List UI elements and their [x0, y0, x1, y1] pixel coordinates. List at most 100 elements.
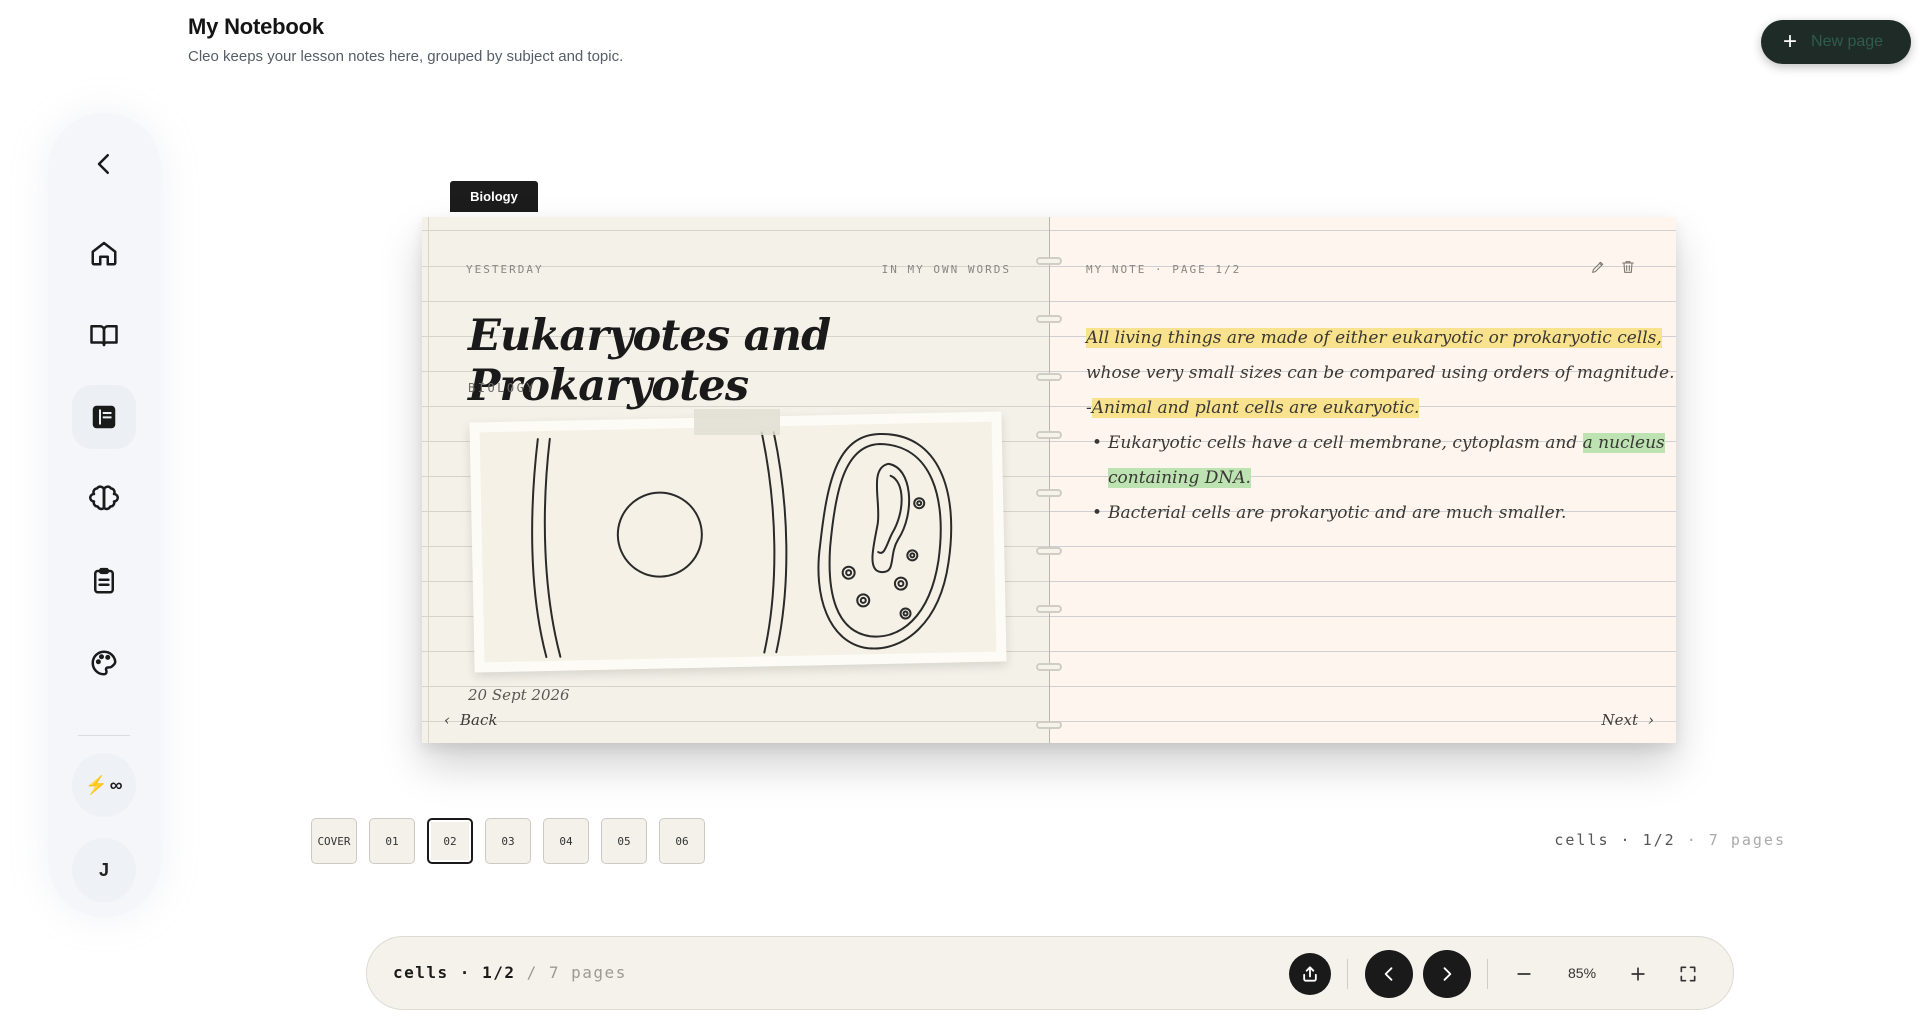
energy-badge[interactable]: ⚡ ∞ — [72, 753, 136, 817]
highlight-yellow: Animal and plant cells are eukaryotic. — [1091, 398, 1420, 418]
notebook-icon — [92, 405, 116, 429]
home-icon — [91, 241, 117, 266]
page-subtitle: Cleo keeps your lesson notes here, group… — [188, 48, 624, 65]
page-tab-01[interactable]: 01 — [369, 818, 415, 864]
subject-tab[interactable]: Biology — [450, 181, 538, 212]
new-page-label: New page — [1811, 33, 1884, 50]
plus-icon: + — [1783, 28, 1798, 55]
cell-sketch-image — [531, 431, 953, 659]
note-date: 20 Sept 2026 — [468, 686, 570, 704]
minus-icon — [1517, 973, 1531, 975]
binder-ring — [1036, 315, 1062, 323]
brain-icon — [89, 485, 119, 511]
page-status: cells · 1/2 · 7 pages — [1554, 831, 1786, 849]
notebook-spread: YESTERDAY IN MY OWN WORDS Eukaryotes and… — [422, 217, 1676, 743]
next-page-button[interactable] — [1423, 950, 1471, 998]
toolbar-position: 1/2 — [482, 963, 516, 982]
plus-icon — [1631, 967, 1645, 981]
page-kind-label: IN MY OWN WORDS — [881, 263, 1011, 276]
next-button[interactable]: Next › — [1602, 711, 1655, 729]
binder-ring — [1036, 257, 1062, 265]
chevron-left-icon — [97, 154, 109, 174]
note-title: Eukaryotes and Prokaryotes — [468, 311, 831, 411]
share-button[interactable] — [1289, 953, 1331, 995]
binder-ring — [1036, 489, 1062, 497]
sidebar-collapse-button[interactable] — [72, 132, 136, 196]
toolbar-total: / 7 pages — [526, 963, 627, 982]
page-tab-05[interactable]: 05 — [601, 818, 647, 864]
sidebar-divider — [78, 735, 130, 736]
status-position: 1/2 — [1642, 831, 1676, 849]
fullscreen-button[interactable] — [1673, 959, 1703, 989]
note-line: • Eukaryotic cells have a cell membrane, … — [1086, 426, 1666, 461]
binder-ring — [1036, 547, 1062, 555]
page-number-label: MY NOTE · PAGE 1/2 — [1086, 263, 1242, 276]
bolt-icon: ⚡ — [85, 774, 108, 795]
fullscreen-icon — [1680, 966, 1696, 982]
binder-ring — [1036, 431, 1062, 439]
page-tab-04[interactable]: 04 — [543, 818, 589, 864]
chevron-left-icon — [1384, 967, 1393, 981]
note-actions — [1590, 259, 1636, 275]
zoom-in-button[interactable] — [1623, 959, 1653, 989]
binder-rings — [1034, 217, 1064, 743]
page-tab-cover[interactable]: COVER — [311, 818, 357, 864]
avatar-initial: J — [98, 859, 109, 880]
page-tab-02[interactable]: 02 — [427, 818, 473, 864]
bottom-toolbar: cells · 1/2 / 7 pages 85% — [366, 936, 1734, 1010]
binder-ring — [1036, 721, 1062, 729]
sidebar-item-notebook[interactable] — [72, 385, 136, 449]
pencil-icon[interactable] — [1590, 259, 1606, 275]
binder-ring — [1036, 373, 1062, 381]
status-total: 7 pages — [1708, 831, 1786, 849]
trash-icon[interactable] — [1620, 259, 1636, 275]
sidebar-item-tasks[interactable] — [72, 549, 136, 613]
page-title: My Notebook — [188, 14, 324, 39]
sidebar-item-library[interactable] — [72, 303, 136, 367]
page-tabs: COVER 01 02 03 04 05 06 — [311, 818, 705, 864]
avatar[interactable]: J — [72, 838, 136, 902]
photo-tape — [694, 409, 780, 435]
zoom-out-button[interactable] — [1509, 959, 1539, 989]
binder-ring — [1036, 605, 1062, 613]
highlight-yellow: All living things are made of either euk… — [1086, 328, 1662, 348]
next-label: Next — [1601, 711, 1639, 729]
binder-ring — [1036, 663, 1062, 671]
sidebar: ⚡ ∞ J — [48, 113, 161, 917]
chevron-right-icon — [1443, 967, 1452, 981]
energy-value: ∞ — [109, 774, 123, 795]
bullet: • — [1091, 503, 1103, 523]
chevron-left-icon: ‹ — [444, 711, 450, 729]
note-text: Bacterial cells are prokaryotic and are … — [1108, 503, 1567, 523]
page-when-label: YESTERDAY — [466, 263, 544, 276]
dash: - — [1086, 398, 1092, 418]
page-tab-03[interactable]: 03 — [485, 818, 531, 864]
highlight-green: containing DNA. — [1108, 468, 1251, 488]
sidebar-item-themes[interactable] — [72, 631, 136, 695]
status-topic: cells — [1554, 831, 1610, 849]
note-body: All living things are made of either euk… — [1086, 321, 1675, 531]
toolbar-divider — [1487, 959, 1488, 989]
note-line: -Animal and plant cells are eukaryotic. — [1086, 391, 1666, 426]
toolbar-status: cells · 1/2 / 7 pages — [393, 963, 627, 982]
note-line: • Bacterial cells are prokaryotic and are… — [1086, 496, 1666, 531]
page-tab-06[interactable]: 06 — [659, 818, 705, 864]
back-label: Back — [460, 711, 498, 729]
palette-icon — [91, 650, 117, 676]
sidebar-item-brain[interactable] — [72, 467, 136, 531]
note-line: All living things are made of either euk… — [1086, 321, 1666, 356]
clipboard-icon — [94, 567, 114, 594]
left-page: YESTERDAY IN MY OWN WORDS Eukaryotes and… — [422, 217, 1049, 743]
note-line: whose very small sizes can be compared u… — [1086, 363, 1675, 383]
back-button[interactable]: ‹ Back — [444, 711, 497, 729]
new-page-button[interactable]: + New page — [1761, 20, 1911, 64]
toolbar-topic: cells — [393, 963, 449, 982]
sidebar-item-home[interactable] — [72, 221, 136, 285]
upload-icon — [1303, 966, 1317, 982]
chevron-right-icon: › — [1648, 711, 1654, 729]
previous-page-button[interactable] — [1365, 950, 1413, 998]
cell-drawing-photo — [469, 411, 1007, 673]
bullet: • — [1091, 433, 1103, 453]
note-text: Eukaryotic cells have a cell membrane, c… — [1108, 433, 1583, 453]
highlight-green: a nucleus — [1582, 433, 1665, 453]
